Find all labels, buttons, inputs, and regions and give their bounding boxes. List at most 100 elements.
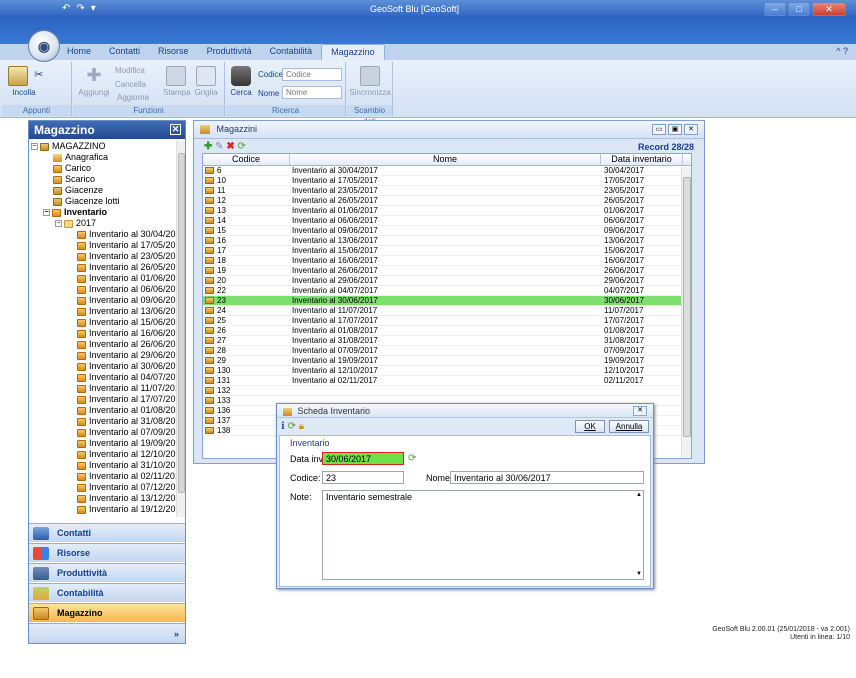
ok-button[interactable]: OK bbox=[575, 420, 605, 433]
tree-node-inventory-item[interactable]: Inventario al 19/09/2017 bbox=[29, 438, 177, 449]
tree-node-inventory-item[interactable]: Inventario al 26/06/2017 bbox=[29, 339, 177, 350]
tree-node-giacenze-lotti[interactable]: Giacenze lotti bbox=[29, 196, 177, 207]
table-row[interactable]: 6 Inventario al 30/04/2017 30/04/2017 bbox=[203, 166, 691, 176]
tree-node-inventory-item[interactable]: Inventario al 01/06/2017 bbox=[29, 273, 177, 284]
tree-node-inventory-item[interactable]: Inventario al 31/10/2017 bbox=[29, 460, 177, 471]
dialog-close-button[interactable]: ✕ bbox=[633, 406, 647, 416]
table-row[interactable]: 17 Inventario al 15/06/2017 15/06/2017 bbox=[203, 246, 691, 256]
qat-dropdown-icon[interactable]: ▾ bbox=[91, 3, 96, 14]
tree-node-inventory-item[interactable]: Inventario al 13/12/2017 bbox=[29, 493, 177, 504]
close-button[interactable]: ✕ bbox=[684, 124, 698, 135]
tree-scrollbar-thumb[interactable] bbox=[178, 153, 185, 493]
sincronizza-button[interactable]: Sincronizza bbox=[349, 66, 391, 97]
refresh-icon[interactable]: ⟳ bbox=[288, 421, 296, 432]
tree-node-inventario[interactable]: − Inventario bbox=[29, 207, 177, 218]
tree-node-inventory-item[interactable]: Inventario al 19/12/2017 bbox=[29, 504, 177, 515]
tree-node-inventory-item[interactable]: Inventario al 12/10/2017 bbox=[29, 449, 177, 460]
tree-scrollbar[interactable] bbox=[176, 141, 185, 517]
tree-node-inventory-item[interactable]: Inventario al 13/06/2017 bbox=[29, 306, 177, 317]
table-row[interactable]: 23 Inventario al 30/06/2017 30/06/2017 bbox=[203, 296, 691, 306]
table-row[interactable]: 25 Inventario al 17/07/2017 17/07/2017 bbox=[203, 316, 691, 326]
note-textarea[interactable]: Inventario semestrale bbox=[322, 490, 644, 580]
tree-node-scarico[interactable]: Scarico bbox=[29, 174, 177, 185]
griglia-button[interactable]: Griglia bbox=[193, 66, 219, 97]
table-row[interactable]: 10 Inventario al 17/05/2017 17/05/2017 bbox=[203, 176, 691, 186]
textarea-scroll-up-icon[interactable]: ▲ bbox=[636, 492, 642, 498]
collapse-icon[interactable]: − bbox=[55, 220, 62, 227]
tree-node-inventory-item[interactable]: Inventario al 07/12/2017 bbox=[29, 482, 177, 493]
restore-button[interactable]: ▣ bbox=[668, 124, 682, 135]
tab-magazzino[interactable]: Magazzino bbox=[321, 44, 385, 60]
nav-magazzino[interactable]: Magazzino bbox=[29, 603, 185, 622]
grid-scrollbar[interactable] bbox=[681, 167, 691, 458]
cerca-button[interactable]: Cerca bbox=[230, 66, 252, 97]
tab-contatti[interactable]: Contatti bbox=[100, 44, 149, 60]
tab-home[interactable]: Home bbox=[58, 44, 100, 60]
tab-produttivita[interactable]: Produttività bbox=[198, 44, 261, 60]
codice-input[interactable]: 23 bbox=[322, 471, 404, 484]
aggiungi-button[interactable]: ✚ Aggiungi bbox=[77, 66, 111, 97]
table-row[interactable]: 15 Inventario al 09/06/2017 09/06/2017 bbox=[203, 226, 691, 236]
tree-node-inventory-item[interactable]: Inventario al 31/08/2017 bbox=[29, 416, 177, 427]
textarea-scroll-down-icon[interactable]: ▼ bbox=[636, 571, 642, 577]
column-header-data[interactable]: Data inventario bbox=[601, 154, 683, 165]
table-row[interactable]: 20 Inventario al 29/06/2017 29/06/2017 bbox=[203, 276, 691, 286]
nav-produttivita[interactable]: Produttività bbox=[29, 563, 185, 582]
tree-node-inventory-item[interactable]: Inventario al 07/09/2017 bbox=[29, 427, 177, 438]
app-orb-button[interactable]: ◉ bbox=[28, 30, 60, 62]
tree-node-inventory-item[interactable]: Inventario al 30/06/2017 bbox=[29, 361, 177, 372]
tree-node-inventory-item[interactable]: Inventario al 29/06/2017 bbox=[29, 350, 177, 361]
table-row[interactable]: 24 Inventario al 11/07/2017 11/07/2017 bbox=[203, 306, 691, 316]
refresh-icon[interactable]: ⟳ bbox=[238, 141, 246, 152]
lock-icon[interactable]: 🔒︎ bbox=[299, 421, 304, 432]
table-row[interactable]: 16 Inventario al 13/06/2017 13/06/2017 bbox=[203, 236, 691, 246]
tree-node-inventory-item[interactable]: Inventario al 26/05/2017 bbox=[29, 262, 177, 273]
table-row[interactable]: 11 Inventario al 23/05/2017 23/05/2017 bbox=[203, 186, 691, 196]
table-row[interactable]: 27 Inventario al 31/08/2017 31/08/2017 bbox=[203, 336, 691, 346]
redo-icon[interactable]: ↷ bbox=[76, 3, 84, 14]
refresh-date-icon[interactable]: ⟳ bbox=[408, 453, 416, 464]
table-row[interactable]: 14 Inventario al 06/06/2017 06/06/2017 bbox=[203, 216, 691, 226]
close-button[interactable]: ✕ bbox=[812, 2, 846, 16]
tree-node-inventory-item[interactable]: Inventario al 23/05/2017 bbox=[29, 251, 177, 262]
table-row[interactable]: 13 Inventario al 01/06/2017 01/06/2017 bbox=[203, 206, 691, 216]
tree-node-anagrafica[interactable]: Anagrafica bbox=[29, 152, 177, 163]
table-row[interactable]: 28 Inventario al 07/09/2017 07/09/2017 bbox=[203, 346, 691, 356]
nav-risorse[interactable]: Risorse bbox=[29, 543, 185, 562]
incolla-label[interactable]: Incolla bbox=[4, 88, 44, 97]
minimize-button[interactable]: – bbox=[764, 2, 786, 16]
tree-node-inventory-item[interactable]: Inventario al 17/07/2017 bbox=[29, 394, 177, 405]
tree-node-inventory-item[interactable]: Inventario al 17/05/2017 bbox=[29, 240, 177, 251]
table-row[interactable]: 29 Inventario al 19/09/2017 19/09/2017 bbox=[203, 356, 691, 366]
tree-node-inventory-item[interactable]: Inventario al 15/06/2017 bbox=[29, 317, 177, 328]
table-row[interactable]: 131 Inventario al 02/11/2017 02/11/2017 bbox=[203, 376, 691, 386]
add-icon[interactable]: ✚ bbox=[204, 141, 212, 152]
info-icon[interactable]: ℹ bbox=[281, 421, 285, 432]
nav-contabilita[interactable]: Contabilità bbox=[29, 583, 185, 602]
annulla-button[interactable]: Annulla bbox=[609, 420, 649, 433]
undo-icon[interactable]: ↶ bbox=[62, 3, 70, 14]
tree-node-carico[interactable]: Carico bbox=[29, 163, 177, 174]
tree-node-inventory-item[interactable]: Inventario al 09/06/2017 bbox=[29, 295, 177, 306]
modifica-button[interactable]: Modifica bbox=[115, 66, 145, 75]
tree-node-inventory-item[interactable]: Inventario al 06/06/2017 bbox=[29, 284, 177, 295]
tree-node-root[interactable]: − MAGAZZINO bbox=[29, 141, 177, 152]
tree-node-giacenze[interactable]: Giacenze bbox=[29, 185, 177, 196]
aggiorna-button[interactable]: Aggiorna bbox=[117, 93, 149, 102]
cut-icon[interactable]: ✂ bbox=[34, 68, 43, 81]
nav-contatti[interactable]: Contatti bbox=[29, 523, 185, 542]
tree-node-inventory-item[interactable]: Inventario al 02/11/2017 bbox=[29, 471, 177, 482]
tree-node-inventory-item[interactable]: Inventario al 16/06/2017 bbox=[29, 328, 177, 339]
column-header-codice[interactable]: Codice bbox=[203, 154, 290, 165]
codice-search-input[interactable]: Codice bbox=[282, 68, 342, 81]
table-row[interactable]: 132 bbox=[203, 386, 691, 396]
table-row[interactable]: 26 Inventario al 01/08/2017 01/08/2017 bbox=[203, 326, 691, 336]
table-row[interactable]: 12 Inventario al 26/05/2017 26/05/2017 bbox=[203, 196, 691, 206]
column-header-nome[interactable]: Nome bbox=[290, 154, 601, 165]
tree-node-inventory-item[interactable]: Inventario al 04/07/2017 bbox=[29, 372, 177, 383]
nome-input[interactable]: Inventario al 30/06/2017 bbox=[450, 471, 644, 484]
table-row[interactable]: 130 Inventario al 12/10/2017 12/10/2017 bbox=[203, 366, 691, 376]
table-row[interactable]: 19 Inventario al 26/06/2017 26/06/2017 bbox=[203, 266, 691, 276]
stampa-button[interactable]: Stampa bbox=[163, 66, 191, 97]
tree-node-inventory-item[interactable]: Inventario al 11/07/2017 bbox=[29, 383, 177, 394]
